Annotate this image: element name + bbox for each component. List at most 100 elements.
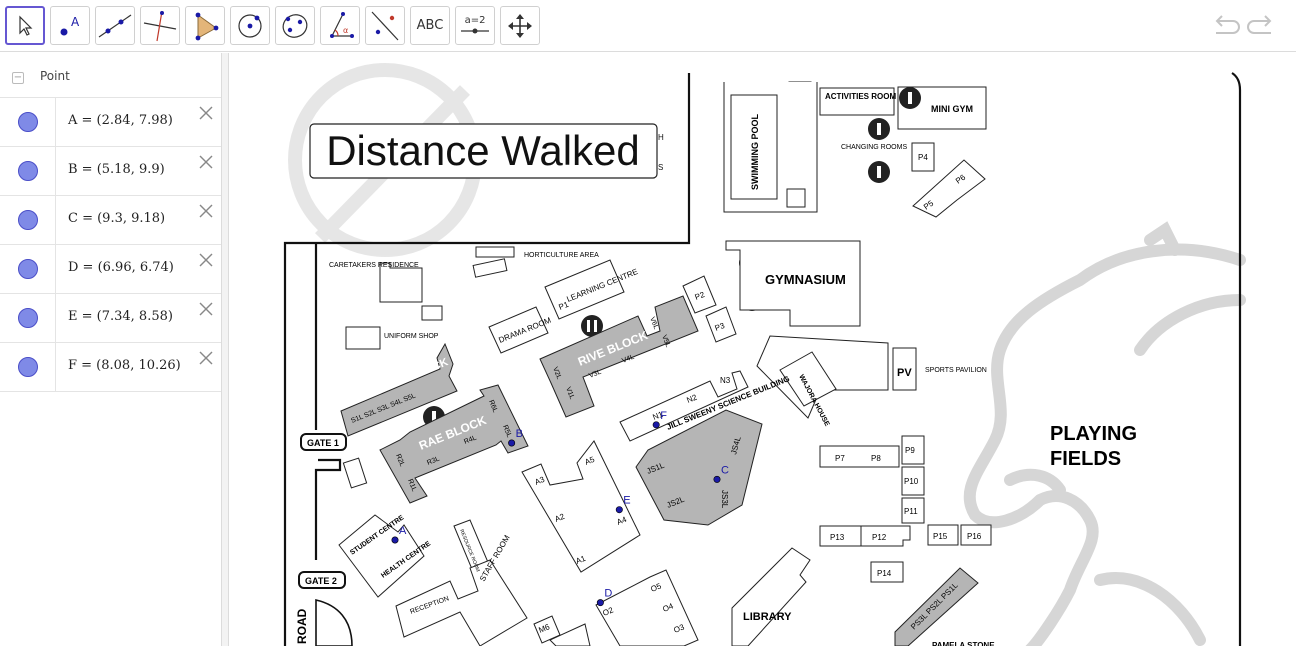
marble-icon [18, 259, 38, 279]
cursor-arrow-icon [19, 15, 33, 36]
p12-label: P12 [872, 533, 887, 542]
point-c-label: C [721, 464, 729, 476]
ellipse-tool-button[interactable] [275, 6, 315, 45]
reflect-icon [371, 11, 399, 40]
point-f-label: F [660, 410, 667, 422]
delete-icon[interactable] [197, 251, 215, 269]
pool-label: SWIMMING POOL [750, 114, 760, 190]
slider-tool-label: a=2 [465, 15, 486, 26]
p14-label: P14 [877, 569, 892, 578]
toolbar: A α ABC a=2 [0, 0, 1296, 52]
circle-tool-button[interactable] [230, 6, 270, 45]
visibility-toggle[interactable] [0, 245, 56, 293]
activities1-label: ACTIVITIES ROOM [825, 92, 896, 101]
point-a-label: A [399, 525, 407, 537]
marble-icon [18, 112, 38, 132]
algebra-definition[interactable]: A = (2.84, 7.98) [68, 113, 173, 128]
polygon-tool-button[interactable] [185, 6, 225, 45]
p16-label: P16 [967, 532, 982, 541]
algebra-definition[interactable]: C = (9.3, 9.18) [68, 211, 165, 226]
slider-tool-button[interactable]: a=2 [455, 6, 495, 45]
point-d[interactable] [596, 599, 604, 607]
text-tool-label: ABC [416, 18, 444, 33]
point-e-label: E [623, 495, 630, 507]
gate2-label: GATE 2 [305, 576, 337, 586]
algebra-row[interactable]: C = (9.3, 9.18) [0, 196, 221, 245]
visibility-toggle[interactable] [0, 147, 56, 195]
gate1-label: GATE 1 [307, 438, 339, 448]
svg-text:A: A [71, 15, 80, 29]
delete-icon[interactable] [197, 202, 215, 220]
graphics-view[interactable]: Distance Walked H S ACTIVITIES ROOM MINI… [229, 53, 1296, 646]
gym-label: GYMNASIUM [765, 272, 846, 287]
line-tool-button[interactable] [95, 6, 135, 45]
circle-icon [238, 13, 262, 38]
p10-label: P10 [904, 477, 919, 486]
algebra-row[interactable]: B = (5.18, 9.9) [0, 147, 221, 196]
delete-icon[interactable] [197, 104, 215, 122]
uniform-label: UNIFORM SHOP [384, 333, 439, 340]
line-icon [98, 14, 132, 37]
changing-label: CHANGING ROOMS [841, 144, 907, 151]
perpendicular-line-tool-button[interactable] [140, 6, 180, 45]
marble-icon [18, 161, 38, 181]
delete-icon[interactable] [197, 153, 215, 171]
geogebra-app: A α ABC a=2 − Point A = (2.84, 7.98) B =… [0, 0, 1296, 646]
angle-icon: α [330, 11, 354, 38]
algebra-row[interactable]: D = (6.96, 6.74) [0, 245, 221, 294]
p7-label: P7 [835, 454, 845, 463]
algebra-definition[interactable]: E = (7.34, 8.58) [68, 309, 173, 324]
visibility-toggle[interactable] [0, 294, 56, 342]
undo-icon [1215, 15, 1240, 34]
angle-tool-button[interactable]: α [320, 6, 360, 45]
move-graphics-view-button[interactable] [500, 6, 540, 45]
visibility-toggle[interactable] [0, 343, 56, 391]
ellipse-icon [282, 13, 308, 38]
marble-icon [18, 357, 38, 377]
algebra-definition[interactable]: B = (5.18, 9.9) [68, 162, 165, 177]
gate-2: GATE 2 [298, 571, 346, 589]
svg-text:α: α [343, 26, 348, 35]
move-arrows-icon [508, 13, 532, 38]
text-tool-button[interactable]: ABC [410, 6, 450, 45]
move-tool-button[interactable] [5, 6, 45, 45]
pamela-label: PAMELA STONE [932, 641, 995, 646]
p4-label: P4 [918, 153, 928, 162]
svg-text:S: S [658, 163, 663, 172]
point-f[interactable] [652, 421, 660, 429]
redo-button[interactable] [1247, 12, 1277, 40]
reflect-tool-button[interactable] [365, 6, 405, 45]
horticulture-label: HORTICULTURE AREA [524, 252, 599, 259]
point-c[interactable] [713, 475, 721, 483]
algebra-definition[interactable]: F = (8.08, 10.26) [68, 358, 181, 373]
algebra-definition[interactable]: D = (6.96, 6.74) [68, 260, 174, 275]
view-divider[interactable] [222, 53, 229, 646]
redo-icon [1247, 15, 1272, 34]
algebra-view: − Point A = (2.84, 7.98) B = (5.18, 9.9) C… [0, 53, 222, 646]
algebra-row[interactable]: A = (2.84, 7.98) [0, 98, 221, 147]
pv-label: PV [897, 367, 912, 379]
library-label: LIBRARY [743, 611, 792, 623]
delete-icon[interactable] [197, 300, 215, 318]
point-e[interactable] [615, 506, 623, 514]
collapse-group-button[interactable]: − [12, 72, 24, 84]
point-d-label: D [604, 588, 612, 600]
roundabout [315, 598, 353, 646]
point-b-label: B [516, 428, 523, 440]
algebra-row[interactable]: F = (8.08, 10.26) [0, 343, 221, 392]
perpendicular-icon [143, 10, 177, 41]
undo-button[interactable] [1210, 12, 1240, 40]
point-tool-button[interactable]: A [50, 6, 90, 45]
pavilion-label: SPORTS PAVILION [925, 367, 987, 374]
visibility-toggle[interactable] [0, 196, 56, 244]
algebra-row[interactable]: E = (7.34, 8.58) [0, 294, 221, 343]
point-b[interactable] [508, 439, 516, 447]
visibility-toggle[interactable] [0, 98, 56, 146]
p13-label: P13 [830, 533, 845, 542]
marble-icon [18, 308, 38, 328]
point-icon: A [60, 15, 80, 35]
p8-label: P8 [871, 454, 881, 463]
delete-icon[interactable] [197, 349, 215, 367]
caretakers-label: CARETAKERS RESIDENCE [329, 262, 419, 269]
point-a[interactable] [391, 536, 399, 544]
